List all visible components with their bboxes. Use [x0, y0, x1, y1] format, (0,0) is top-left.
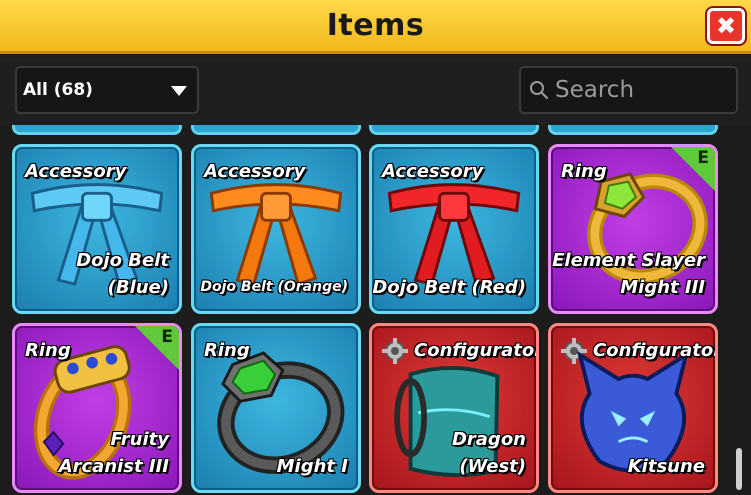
item-name-line: (West)	[459, 456, 526, 477]
item-name: Might I	[276, 456, 348, 477]
close-button[interactable]: ✖	[707, 8, 745, 44]
caret-down-icon	[171, 86, 187, 96]
filter-dropdown[interactable]: All (68)	[15, 66, 199, 114]
partial-card[interactable]	[191, 125, 361, 135]
window-title: Items	[326, 8, 425, 43]
item-category: Accessory	[382, 161, 484, 182]
close-icon: ✖	[715, 12, 737, 40]
item-name: Dojo Belt (Red)	[372, 277, 526, 298]
scrollbar-thumb[interactable]	[736, 448, 742, 490]
item-card-dojo-belt-orange[interactable]: Accessory Dojo Belt (Orange)	[191, 144, 361, 314]
item-name: Dragon (West)	[452, 426, 526, 480]
partial-card[interactable]	[369, 125, 539, 135]
item-category: Accessory	[204, 161, 306, 182]
item-name: Fruity Arcanist III	[59, 426, 169, 480]
item-card-dragon-west[interactable]: Configurator Dragon (West)	[369, 323, 539, 493]
item-category: Ring	[25, 340, 71, 361]
item-card-dojo-belt-blue[interactable]: Accessory Dojo Belt (Blue)	[12, 144, 182, 314]
item-card-kitsune[interactable]: Configurator Kitsune	[548, 323, 718, 493]
item-name-line: Element Slayer	[552, 250, 705, 271]
item-card-element-slayer-might-iii[interactable]: E Ring Element Slayer Might III	[548, 144, 718, 314]
search-input[interactable]	[555, 77, 725, 103]
item-category: Ring	[561, 161, 607, 182]
items-grid: Accessory Dojo Belt (Blue) Accessory Doj…	[0, 125, 751, 495]
item-category: Configurator	[593, 340, 718, 361]
search-box[interactable]	[519, 66, 738, 114]
item-name-line: Might III	[620, 277, 705, 298]
equipped-badge: E	[697, 148, 709, 168]
item-name: Dojo Belt (Orange)	[200, 279, 348, 295]
toolbar: All (68)	[0, 57, 751, 125]
partial-card[interactable]	[548, 125, 718, 135]
window-header: Items ✖	[0, 0, 751, 54]
item-name: Dojo Belt (Blue)	[76, 250, 169, 298]
item-name-line: Arcanist III	[58, 456, 169, 477]
search-icon	[530, 81, 549, 100]
item-card-might-i[interactable]: Ring Might I	[191, 323, 361, 493]
partial-card[interactable]	[12, 125, 182, 135]
item-card-dojo-belt-red[interactable]: Accessory Dojo Belt (Red)	[369, 144, 539, 314]
item-card-fruity-arcanist-iii[interactable]: E Ring Fruity Arcanist III	[12, 323, 182, 493]
filter-label: All (68)	[23, 80, 93, 100]
item-category: Accessory	[25, 161, 127, 182]
equipped-badge: E	[161, 327, 173, 347]
item-name: Kitsune	[627, 456, 705, 477]
item-name-line: Fruity	[110, 429, 169, 450]
item-category: Ring	[204, 340, 250, 361]
item-name: Element Slayer Might III	[552, 247, 705, 301]
item-name-line: Dragon	[451, 429, 526, 450]
item-category: Configurator	[414, 340, 539, 361]
